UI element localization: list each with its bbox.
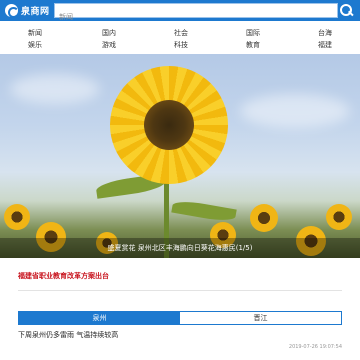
top-headline[interactable]: 福建省职业教育改革方案出台 <box>18 271 109 281</box>
nav-item-international[interactable]: 国际 <box>246 28 260 38</box>
sunflower-leaf <box>171 198 237 224</box>
field-sunflower <box>326 204 352 230</box>
sky-cloud <box>240 94 350 128</box>
region-tabs: 泉州 晋江 <box>18 311 342 325</box>
sky-cloud <box>10 74 100 104</box>
nav-item-education[interactable]: 教育 <box>246 40 260 50</box>
search-input[interactable] <box>55 10 337 24</box>
nav-item-fujian[interactable]: 福建 <box>318 40 332 50</box>
hero-slideshow[interactable] <box>0 54 360 258</box>
logo-text: 泉商网 <box>21 7 50 17</box>
field-sunflower <box>4 204 30 230</box>
sunflower-center <box>144 100 194 150</box>
tab-quanzhou[interactable]: 泉州 <box>19 312 180 324</box>
nav-item-entertainment[interactable]: 娱乐 <box>28 40 42 50</box>
nav-item-tech[interactable]: 科技 <box>174 40 188 50</box>
news-item-title[interactable]: 下周泉州仍多雷雨 气温持续较高 <box>18 330 118 340</box>
nav-item-society[interactable]: 社会 <box>174 28 188 38</box>
slide-caption[interactable]: 盛夏赏花 泉州北区丰海鹏向日葵花海惠民(1/5) <box>0 243 360 253</box>
news-item-timestamp: 2019-07-26 19:07:54 <box>288 344 342 350</box>
nav-item-taihai[interactable]: 台海 <box>318 28 332 38</box>
category-nav: 新闻 国内 社会 国际 台海 娱乐 游戏 科技 教育 福建 <box>0 23 360 53</box>
field-sunflower <box>250 204 278 232</box>
tab-jinjiang[interactable]: 晋江 <box>180 312 341 324</box>
site-logo[interactable]: 泉商网 <box>5 3 50 18</box>
logo-icon <box>5 4 19 18</box>
nav-item-news[interactable]: 新闻 <box>28 28 42 38</box>
top-bar: 泉商网 <box>0 0 360 24</box>
nav-item-games[interactable]: 游戏 <box>102 40 116 50</box>
search-box <box>54 3 338 24</box>
search-icon[interactable] <box>339 3 354 18</box>
section-divider <box>18 290 342 291</box>
nav-item-domestic[interactable]: 国内 <box>102 28 116 38</box>
slide-caption-bar: 盛夏赏花 泉州北区丰海鹏向日葵花海惠民(1/5) <box>0 238 360 258</box>
